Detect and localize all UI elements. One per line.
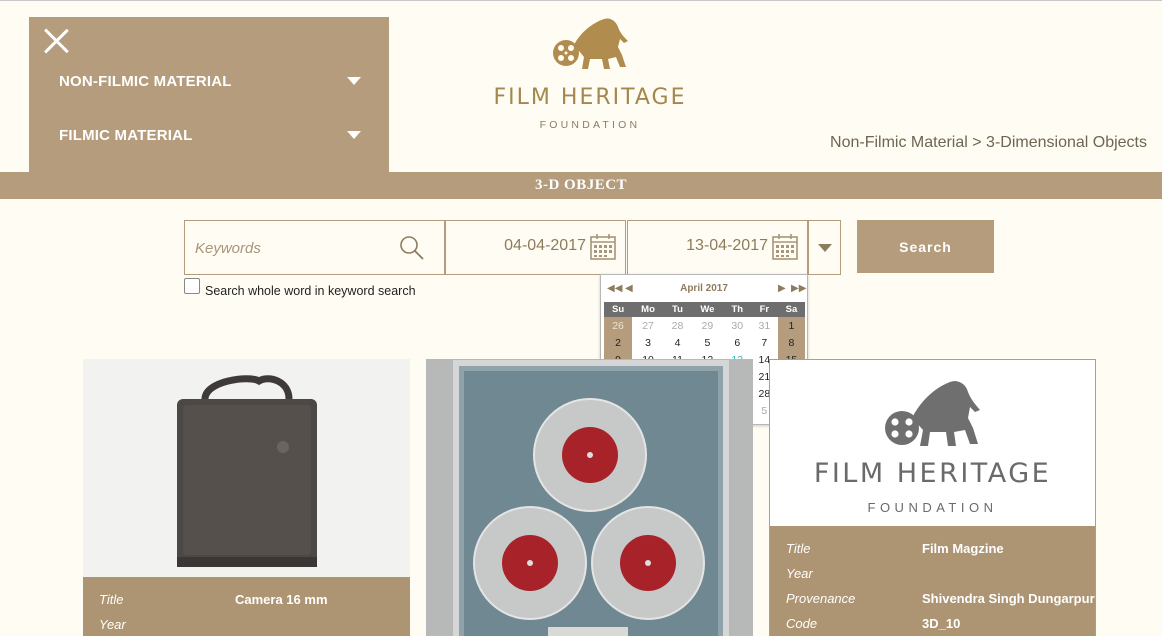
- to-date-field[interactable]: 13-04-2017: [627, 220, 808, 275]
- calendar-day[interactable]: 27: [632, 317, 664, 334]
- code-value: 3D_10: [922, 616, 961, 631]
- object-card[interactable]: [426, 359, 753, 636]
- calendar-day[interactable]: 26: [604, 317, 633, 334]
- object-info: Title Film Magzine Year Provenance Shive…: [770, 526, 1095, 636]
- weekday-header: Su: [604, 302, 633, 317]
- datepicker-month-title: April 2017: [680, 283, 728, 294]
- weekday-header: Fr: [750, 302, 778, 317]
- close-icon[interactable]: [41, 25, 71, 55]
- object-info: Title Camera 16 mm Year: [83, 577, 410, 636]
- object-image[interactable]: [426, 359, 753, 636]
- menu-item-label: NON-FILMIC MATERIAL: [59, 72, 232, 90]
- calendar-day[interactable]: 30: [724, 317, 751, 334]
- calendar-day[interactable]: 1: [777, 317, 805, 334]
- weekday-header: We: [691, 302, 724, 317]
- provenance-value: Shivendra Singh Dungarpur: [922, 591, 1095, 606]
- breadcrumb[interactable]: Non-Filmic Material > 3-Dimensional Obje…: [830, 134, 1147, 152]
- site-logo[interactable]: FILM HERITAGE FOUNDATION: [478, 15, 702, 133]
- keyword-search-box: [184, 220, 445, 275]
- title-value: Film Magzine: [922, 541, 1004, 556]
- calendar-icon[interactable]: [771, 233, 799, 261]
- object-image[interactable]: FILM HERITAGE FOUNDATION: [770, 360, 1095, 526]
- weekday-header: Sa: [777, 302, 805, 317]
- whole-word-label: Search whole word in keyword search: [205, 284, 416, 298]
- datepicker-header: ◀◀ ◀ April 2017 ▶ ▶▶: [601, 281, 807, 297]
- whole-word-checkbox[interactable]: [184, 278, 200, 294]
- calendar-day[interactable]: 7: [751, 334, 778, 351]
- calendar-day[interactable]: 8: [777, 334, 805, 351]
- weekday-header: Tu: [663, 302, 692, 317]
- to-date-value: 13-04-2017: [686, 237, 768, 254]
- menu-item-filmic[interactable]: FILMIC MATERIAL: [59, 120, 361, 150]
- calendar-day[interactable]: 4: [664, 334, 691, 351]
- logo-subtitle: FOUNDATION: [867, 500, 998, 515]
- menu-item-label: FILMIC MATERIAL: [59, 126, 193, 144]
- calendar-day[interactable]: 5: [691, 334, 724, 351]
- next-year-icon[interactable]: ▶▶: [791, 283, 806, 295]
- chevron-down-icon: [818, 244, 832, 252]
- keywords-input[interactable]: [195, 233, 395, 263]
- chevron-down-icon: [347, 131, 361, 139]
- year-label: Year: [99, 617, 126, 632]
- weekday-header: Mo: [632, 302, 664, 317]
- logo-subtitle: FOUNDATION: [539, 119, 641, 131]
- framed-records-image: [426, 359, 753, 636]
- year-label: Year: [786, 566, 813, 581]
- calendar-icon[interactable]: [589, 233, 617, 261]
- chevron-down-icon: [347, 77, 361, 85]
- calendar-day[interactable]: 28: [664, 317, 691, 334]
- title-label: Title: [786, 541, 811, 556]
- object-image[interactable]: [83, 359, 410, 577]
- object-card[interactable]: Title Camera 16 mm Year: [83, 359, 410, 636]
- object-card[interactable]: FILM HERITAGE FOUNDATION Title Film Magz…: [769, 359, 1096, 636]
- calendar-day[interactable]: 29: [691, 317, 724, 334]
- calendar-day[interactable]: 2: [604, 334, 633, 351]
- calendar-day[interactable]: 6: [724, 334, 751, 351]
- logo-wordmark: FILM HERITAGE: [813, 458, 1052, 489]
- logo-wordmark: FILM HERITAGE: [493, 85, 687, 110]
- title-value: Camera 16 mm: [235, 592, 328, 607]
- tiger-reel-logo-icon: [553, 18, 628, 69]
- from-date-field[interactable]: 04-04-2017: [445, 220, 626, 275]
- next-month-icon[interactable]: ▶: [778, 283, 786, 295]
- filter-dropdown[interactable]: [808, 220, 841, 275]
- search-icon[interactable]: [399, 235, 425, 261]
- search-button[interactable]: Search: [857, 220, 994, 273]
- calendar-day[interactable]: 31: [751, 317, 778, 334]
- title-label: Title: [99, 592, 124, 607]
- nav-menu-panel: NON-FILMIC MATERIAL FILMIC MATERIAL: [29, 17, 389, 172]
- provenance-label: Provenance: [786, 591, 856, 606]
- menu-item-non-filmic[interactable]: NON-FILMIC MATERIAL: [59, 66, 361, 96]
- from-date-value: 04-04-2017: [504, 237, 586, 254]
- camera-case-image: [83, 359, 410, 577]
- tiger-reel-logo-icon: [885, 381, 980, 446]
- section-title: 3-D OBJECT: [0, 172, 1162, 199]
- calendar-day[interactable]: 3: [632, 334, 664, 351]
- code-label: Code: [786, 616, 818, 631]
- weekday-header: Th: [723, 302, 751, 317]
